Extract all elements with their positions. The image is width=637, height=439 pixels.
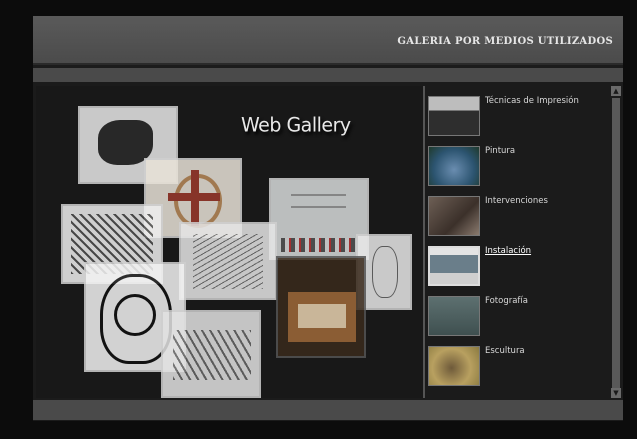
category-item-escultura[interactable]: Escultura xyxy=(428,346,606,390)
category-list: Técnicas de Impresión Pintura Intervenci… xyxy=(428,96,606,396)
artwork-tile[interactable] xyxy=(161,310,261,398)
category-item-pintura[interactable]: Pintura xyxy=(428,146,606,190)
category-label[interactable]: Escultura xyxy=(485,346,525,356)
thumbnail[interactable] xyxy=(428,146,480,186)
category-item-intervenciones[interactable]: Intervenciones xyxy=(428,196,606,240)
gallery-frame: GALERIA POR MEDIOS UTILIZADOS Web Galler… xyxy=(33,16,623,421)
scroll-down-icon[interactable]: ▼ xyxy=(611,388,621,398)
category-item-instalacion[interactable]: Instalación xyxy=(428,246,606,290)
category-label[interactable]: Intervenciones xyxy=(485,196,548,206)
category-item-fotografia[interactable]: Fotografía xyxy=(428,296,606,340)
category-label[interactable]: Fotografía xyxy=(485,296,528,306)
vertical-scrollbar[interactable]: ▲ ▼ xyxy=(611,86,621,398)
thumbnail[interactable] xyxy=(428,246,480,286)
gallery-collage: Web Gallery xyxy=(36,86,423,398)
gallery-title: Web Gallery xyxy=(241,113,351,137)
category-label[interactable]: Técnicas de Impresión xyxy=(485,96,579,106)
thumbnail[interactable] xyxy=(428,96,480,136)
category-label[interactable]: Pintura xyxy=(485,146,515,156)
page-title: GALERIA POR MEDIOS UTILIZADOS xyxy=(397,36,613,47)
artwork-tile[interactable] xyxy=(179,222,277,300)
artwork-tile[interactable] xyxy=(269,178,369,260)
artwork-tile[interactable] xyxy=(276,256,366,358)
category-item-tecnicas[interactable]: Técnicas de Impresión xyxy=(428,96,606,140)
footer-bar xyxy=(33,400,623,420)
divider xyxy=(423,86,425,398)
scroll-up-icon[interactable]: ▲ xyxy=(611,86,621,96)
thumbnail[interactable] xyxy=(428,346,480,386)
category-label[interactable]: Instalación xyxy=(485,246,531,256)
sub-bar xyxy=(33,68,623,82)
scroll-thumb[interactable] xyxy=(612,98,620,390)
header-bar: GALERIA POR MEDIOS UTILIZADOS xyxy=(33,16,623,65)
thumbnail[interactable] xyxy=(428,196,480,236)
thumbnail[interactable] xyxy=(428,296,480,336)
